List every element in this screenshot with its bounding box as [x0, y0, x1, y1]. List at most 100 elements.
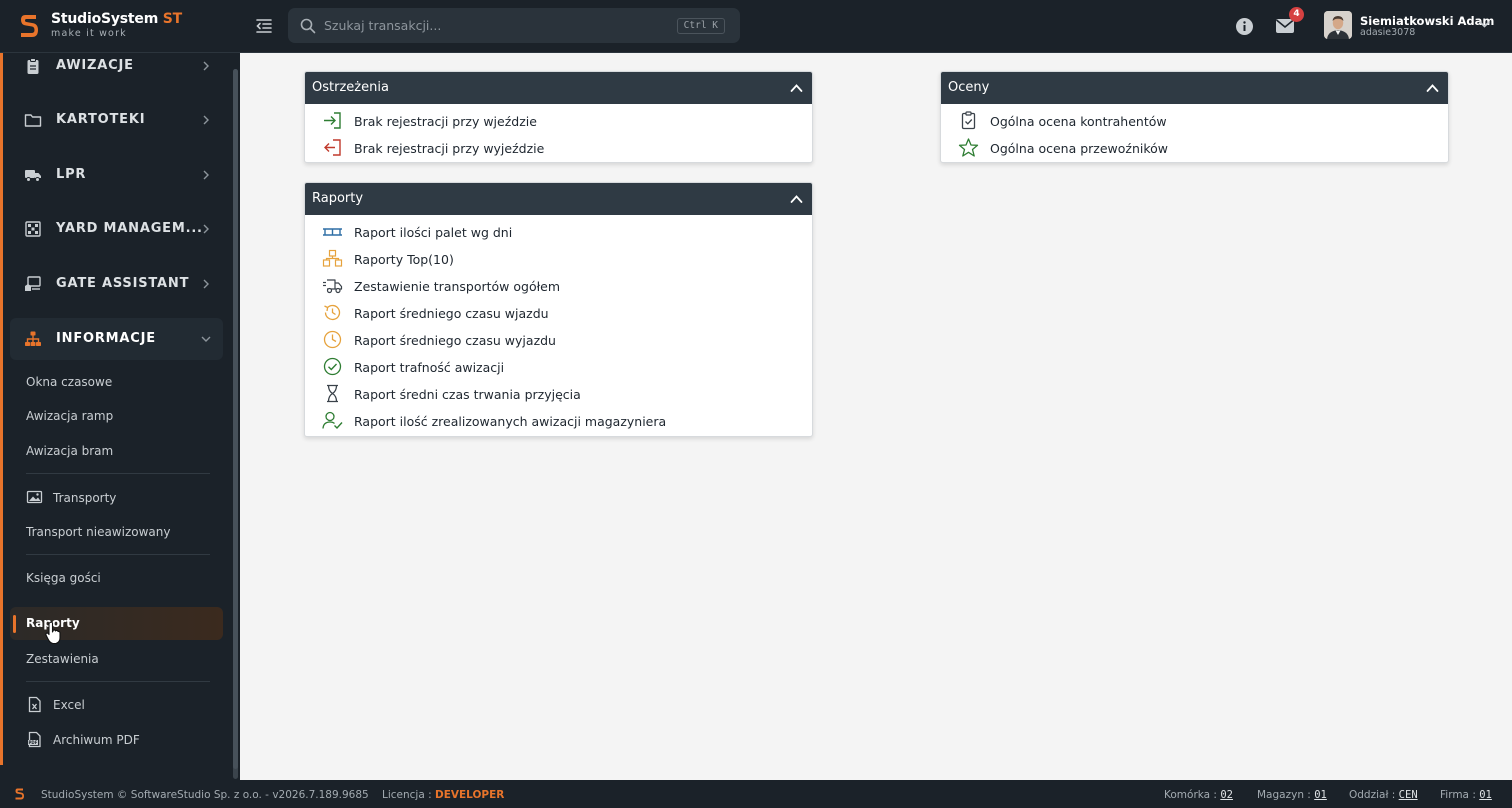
sign-in-icon	[324, 112, 341, 129]
list-item[interactable]: Raport średni czas trwania przyjęcia	[305, 380, 812, 407]
list-item[interactable]: Zestawienie transportów ogółem	[305, 272, 812, 299]
chevron-up-icon[interactable]	[1426, 82, 1439, 94]
check-circle-icon	[323, 357, 342, 376]
user-check-icon	[322, 411, 343, 430]
active-indicator	[13, 615, 16, 633]
image-icon	[26, 490, 43, 504]
sidebar-group-lpr[interactable]: LPR	[10, 154, 223, 196]
list-item-label: Ogólna ocena przewoźników	[990, 141, 1169, 156]
search-box[interactable]: Ctrl K	[288, 8, 740, 43]
menu-collapse-icon[interactable]	[255, 17, 273, 35]
chevron-up-icon[interactable]	[790, 193, 803, 205]
sidebar-item-okna-czasowe[interactable]: Okna czasowe	[26, 375, 112, 389]
list-item-label: Raport średni czas trwania przyjęcia	[354, 387, 581, 402]
sidebar-scrollbar-thumb[interactable]	[233, 69, 238, 769]
sidebar-item-archiwum-pdf[interactable]: Archiwum PDF	[53, 733, 140, 747]
list-item[interactable]: Brak rejestracji przy wyjeździe	[305, 134, 812, 161]
status-bar: StudioSystem © SoftwareStudio Sp. z o.o.…	[0, 780, 1512, 808]
magazyn-info[interactable]: Magazyn : 01	[1257, 789, 1327, 801]
panel-title: Ostrzeżenia	[312, 80, 389, 95]
star-icon	[958, 138, 979, 157]
studiosystem-logo-icon	[15, 788, 24, 800]
list-item[interactable]: Brak rejestracji przy wjeździe	[305, 107, 812, 134]
list-item-label: Brak rejestracji przy wjeździe	[354, 114, 537, 129]
sidebar-group-label: YARD MANAGEM...	[56, 221, 203, 236]
search-input[interactable]	[324, 8, 654, 43]
list-item-label: Raport średniego czasu wjazdu	[354, 306, 549, 321]
notification-badge: 4	[1289, 7, 1304, 22]
sidebar-group-awizacje[interactable]: AWIZACJE	[10, 53, 223, 87]
sidebar-item-transporty[interactable]: Transporty	[53, 491, 116, 505]
clock-icon	[323, 330, 342, 349]
sidebar-group-label: KARTOTEKI	[56, 112, 146, 127]
chevron-right-icon	[203, 224, 209, 234]
boxes-icon	[322, 249, 343, 267]
panel-title: Oceny	[948, 80, 990, 95]
komorka-value: 02	[1220, 789, 1233, 801]
avatar[interactable]	[1324, 11, 1352, 39]
list-item[interactable]: Raport ilość zrealizowanych awizacji mag…	[305, 407, 812, 434]
list-item[interactable]: Raport trafność awizacji	[305, 353, 812, 380]
list-item[interactable]: Raport ilości palet wg dni	[305, 218, 812, 245]
list-item-label: Raport ilości palet wg dni	[354, 225, 513, 240]
reports-panel: Raporty Raport ilości palet wg dni Rapor…	[304, 182, 813, 437]
komorka-info[interactable]: Komórka : 02	[1164, 789, 1233, 801]
info-icon[interactable]	[1235, 17, 1254, 36]
pdf-icon: PDF	[28, 731, 41, 748]
list-item[interactable]: Raport średniego czasu wyjazdu	[305, 326, 812, 353]
sidebar-item-zestawienia[interactable]: Zestawienia	[26, 652, 99, 666]
sidebar-item-awizacja-ramp[interactable]: Awizacja ramp	[26, 409, 113, 423]
user-login: adasie3078	[1360, 27, 1416, 38]
chevron-down-icon[interactable]	[1478, 19, 1491, 29]
license-value: DEVELOPER	[435, 789, 505, 801]
sign-out-icon	[324, 139, 341, 156]
list-item-label: Ogólna ocena kontrahentów	[990, 114, 1167, 129]
oddzial-label: Oddział :	[1349, 789, 1396, 801]
sidebar-group-kartoteki[interactable]: KARTOTEKI	[10, 99, 223, 141]
copyright-text: StudioSystem © SoftwareStudio Sp. z o.o.…	[41, 789, 369, 801]
list-item[interactable]: Raporty Top(10)	[305, 245, 812, 272]
list-item-label: Raport ilość zrealizowanych awizacji mag…	[354, 414, 667, 429]
list-item-label: Raport trafność awizacji	[354, 360, 505, 375]
brand-title: StudioSystem	[51, 11, 159, 27]
studiosystem-logo-icon	[21, 15, 38, 37]
sidebar-item-transport-nieawizowany[interactable]: Transport nieawizowany	[26, 525, 170, 539]
brand: StudioSystem ST make it work	[51, 11, 182, 39]
folder-icon	[24, 114, 42, 127]
sidebar-item-ksiega-gosci[interactable]: Księga gości	[26, 571, 101, 585]
chevron-up-icon[interactable]	[790, 82, 803, 94]
chevron-right-icon	[203, 115, 209, 125]
sidebar-item-awizacja-bram[interactable]: Awizacja bram	[26, 444, 113, 458]
sidebar-accent-line	[0, 53, 3, 765]
user-name[interactable]: Siemiatkowski Adam	[1360, 14, 1494, 28]
top-bar: StudioSystem ST make it work Ctrl K 4	[0, 0, 1512, 53]
clipboard-check-icon	[961, 111, 976, 130]
chevron-right-icon	[203, 279, 209, 289]
sidebar-group-gate-assistant[interactable]: GATE ASSISTANT	[10, 263, 223, 305]
list-item-label: Zestawienie transportów ogółem	[354, 279, 561, 294]
sidebar-item-excel[interactable]: Excel	[53, 698, 85, 712]
sidebar-divider	[26, 681, 210, 682]
list-item[interactable]: Ogólna ocena kontrahentów	[941, 107, 1448, 134]
chevron-down-icon	[201, 336, 211, 342]
panel-header[interactable]: Ostrzeżenia	[305, 72, 812, 104]
oddzial-info[interactable]: Oddział : CEN	[1349, 789, 1418, 801]
main-content: Ostrzeżenia Brak rejestracji przy wjeźdz…	[241, 53, 1512, 780]
sidebar-item-raporty[interactable]: Raporty	[10, 607, 223, 640]
panel-header[interactable]: Raporty	[305, 183, 812, 215]
ratings-panel: Oceny Ogólna ocena kontrahentów Ogólna o…	[940, 71, 1449, 163]
list-item-label: Raport średniego czasu wyjazdu	[354, 333, 556, 348]
chevron-right-icon	[203, 170, 209, 180]
list-item[interactable]: Ogólna ocena przewoźników	[941, 134, 1448, 161]
search-icon	[300, 18, 316, 34]
sidebar-divider	[26, 554, 210, 555]
sidebar-group-yard-management[interactable]: YARD MANAGEM...	[10, 208, 223, 250]
sidebar-group-informacje[interactable]: INFORMACJE	[10, 318, 223, 360]
license-label: Licencja :	[382, 789, 432, 801]
firma-info[interactable]: Firma : 01	[1440, 789, 1492, 801]
list-item[interactable]: Raport średniego czasu wjazdu	[305, 299, 812, 326]
warnings-panel: Ostrzeżenia Brak rejestracji przy wjeźdz…	[304, 71, 813, 163]
brand-suffix: ST	[162, 11, 183, 27]
panel-header[interactable]: Oceny	[941, 72, 1448, 104]
firma-value: 01	[1479, 789, 1492, 801]
